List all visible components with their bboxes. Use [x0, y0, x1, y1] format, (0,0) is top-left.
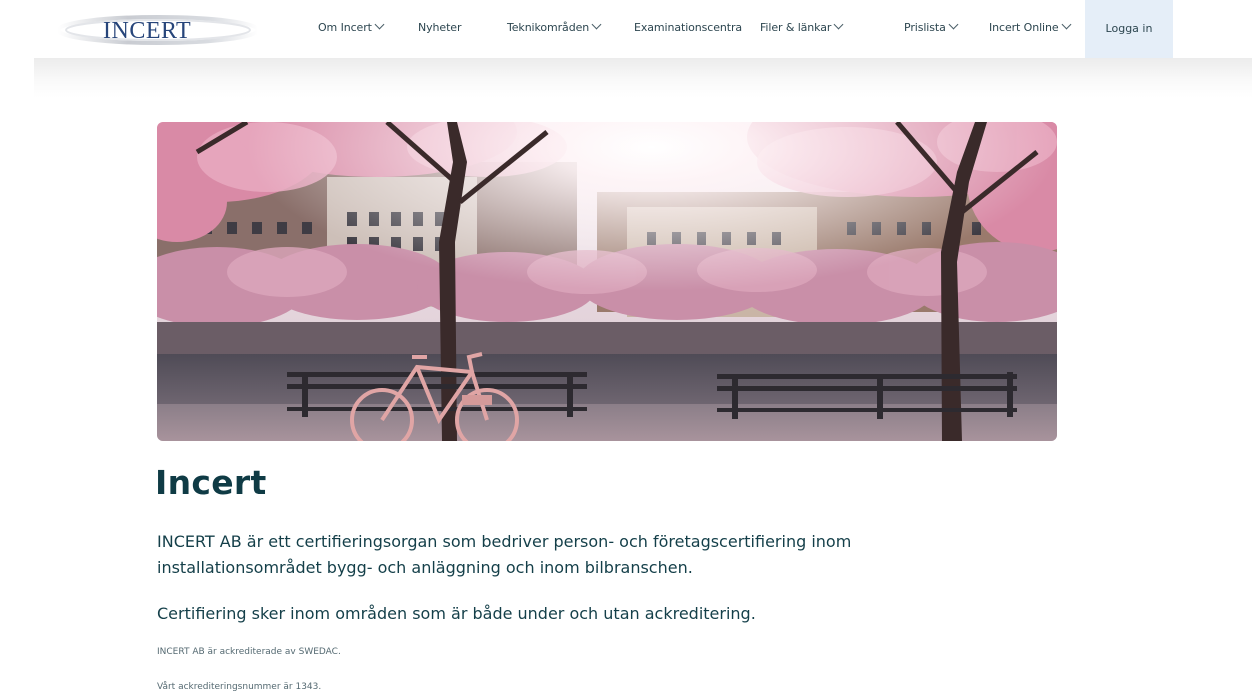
nav-nyheter-label: Nyheter [418, 21, 462, 34]
accreditation-number-note: Vårt ackrediteringsnummer är 1343. [157, 682, 322, 692]
chevron-down-icon [1061, 19, 1071, 30]
chevron-down-icon [833, 19, 844, 30]
chevron-down-icon [374, 19, 385, 30]
site-header: INCERT Om Incert Nyheter Teknikområden E… [0, 0, 1252, 58]
login-button[interactable]: Logga in [1085, 0, 1173, 58]
nav-examinationscentra-label: Examinationscentra [634, 21, 743, 34]
nav-prislista-label: Prislista [904, 21, 946, 34]
page-title: Incert [155, 463, 267, 502]
hero-image [157, 122, 1057, 441]
nav-om-incert-label: Om Incert [318, 21, 372, 34]
nav-nyheter[interactable]: Nyheter [418, 16, 461, 40]
nav-incert-online[interactable]: Incert Online [989, 16, 1071, 40]
nav-teknikomraden[interactable]: Teknikområden [507, 16, 602, 40]
header-shadow [34, 58, 1252, 98]
nav-filer-lankar-label: Filer & länkar [760, 21, 832, 34]
nav-filer-lankar[interactable]: Filer & länkar [760, 16, 844, 40]
login-label: Logga in [1105, 22, 1153, 35]
nav-teknikomraden-label: Teknikområden [507, 21, 590, 34]
intro-paragraph: INCERT AB är ett certifieringsorgan som … [157, 532, 852, 577]
logo-text: INCERT [103, 18, 191, 44]
nav-prislista[interactable]: Prislista [904, 16, 959, 40]
nav-incert-online-label: Incert Online [989, 21, 1059, 34]
incert-logo[interactable]: INCERT [56, 8, 260, 48]
swedac-note: INCERT AB är ackrediterade av SWEDAC. [157, 647, 341, 657]
nav-examinationscentra[interactable]: Examinationscentra [634, 16, 742, 40]
nav-om-incert[interactable]: Om Incert [318, 16, 385, 40]
cherry-blossom-park-photo [157, 122, 1057, 441]
accreditation-paragraph: Certifiering sker inom områden som är bå… [157, 604, 756, 623]
chevron-down-icon [948, 19, 959, 30]
chevron-down-icon [591, 19, 602, 30]
